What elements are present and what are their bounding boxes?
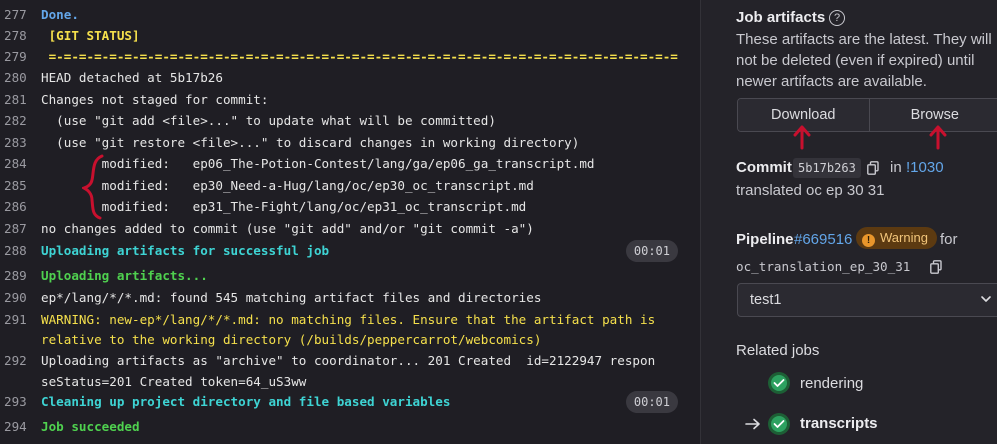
log-line-number[interactable]: 278 bbox=[4, 25, 34, 46]
log-line-text: modified: ep06_The-Potion-Contest/lang/g… bbox=[41, 156, 595, 171]
log-line-number[interactable]: 281 bbox=[4, 89, 34, 110]
log-line-number[interactable]: 279 bbox=[4, 46, 34, 67]
pipeline-ref[interactable]: oc_translation_ep_30_31 bbox=[736, 256, 910, 277]
warning-icon: ! bbox=[862, 234, 875, 247]
log-line-text: [GIT STATUS] bbox=[41, 28, 140, 43]
artifacts-description-line-2: not be deleted (even if expired) until bbox=[736, 52, 975, 69]
stage-select-value: test1 bbox=[750, 292, 782, 308]
log-line-text: Uploading artifacts... bbox=[41, 268, 208, 283]
log-line-text: WARNING: new-ep*/lang/*/*.md: no matchin… bbox=[41, 312, 656, 327]
section-duration-badge: 00:01 bbox=[625, 391, 678, 413]
log-line-text: no changes added to commit (use "git add… bbox=[41, 221, 534, 236]
log-line-text: ep*/lang/*/*.md: found 545 matching arti… bbox=[41, 290, 542, 305]
log-line: 278 [GIT STATUS] bbox=[0, 25, 685, 46]
log-line-text: (use "git restore <file>..." to discard … bbox=[41, 135, 580, 150]
pipeline-status-badge[interactable]: ! Warning bbox=[856, 227, 937, 249]
chevron-down-icon bbox=[981, 296, 991, 302]
log-line-number[interactable]: 294 bbox=[4, 416, 34, 437]
log-line-text: Job succeeded bbox=[41, 419, 140, 434]
log-line: relative to the working directory (/buil… bbox=[0, 329, 685, 350]
pipeline-status-label: Warning bbox=[880, 230, 928, 245]
log-line: 290 ep*/lang/*/*.md: found 545 matching a… bbox=[0, 287, 685, 308]
red-arrow-annotation-browse bbox=[929, 125, 947, 150]
copy-icon[interactable] bbox=[930, 260, 942, 274]
log-line-text: modified: ep30_Need-a-Hug/lang/oc/ep30_o… bbox=[41, 178, 534, 193]
pipeline-link[interactable]: #669516 bbox=[794, 229, 852, 250]
merge-request-link[interactable]: !1030 bbox=[906, 157, 944, 178]
commit-label: Commit bbox=[736, 159, 792, 176]
related-job-rendering[interactable]: rendering bbox=[800, 373, 863, 394]
log-line-text: Changes not staged for commit: bbox=[41, 92, 269, 107]
log-line-text: Cleaning up project directory and file b… bbox=[41, 394, 451, 409]
log-line-number[interactable]: 285 bbox=[4, 175, 34, 196]
check-circle-icon bbox=[768, 413, 790, 435]
log-line-number[interactable]: 292 bbox=[4, 350, 34, 371]
log-line-text: seStatus=201 Created token=64_uS3ww bbox=[41, 374, 307, 389]
log-line-number[interactable]: 277 bbox=[4, 4, 34, 25]
log-line-text: (use "git add <file>..." to update what … bbox=[41, 113, 496, 128]
log-line-number[interactable]: 290 bbox=[4, 287, 34, 308]
log-line-number[interactable]: 288 bbox=[4, 240, 34, 261]
copy-icon[interactable] bbox=[867, 161, 879, 175]
log-line: 282 (use "git add <file>..." to update w… bbox=[0, 110, 685, 131]
help-icon[interactable]: ? bbox=[829, 10, 845, 26]
related-job-transcripts[interactable]: transcripts bbox=[800, 413, 878, 434]
commit-sha[interactable]: 5b17b263 bbox=[793, 158, 861, 178]
log-line-number[interactable]: 291 bbox=[4, 309, 34, 330]
red-arrow-annotation-download bbox=[793, 125, 811, 150]
log-line-text: relative to the working directory (/buil… bbox=[41, 332, 542, 347]
commit-in-text: in bbox=[890, 159, 902, 176]
log-line: 292 Uploading artifacts as "archive" to c… bbox=[0, 350, 685, 371]
artifacts-title: Job artifacts bbox=[736, 9, 826, 26]
log-line-text: modified: ep31_The-Fight/lang/oc/ep31_oc… bbox=[41, 199, 527, 214]
log-line-number[interactable]: 287 bbox=[4, 218, 34, 239]
log-line-number[interactable]: 282 bbox=[4, 110, 34, 131]
log-line: 280 HEAD detached at 5b17b26 bbox=[0, 67, 685, 88]
arrow-right-icon bbox=[745, 418, 760, 430]
log-line-number[interactable]: 284 bbox=[4, 153, 34, 174]
red-brace-annotation bbox=[82, 154, 104, 220]
log-line-text: Done. bbox=[41, 7, 79, 22]
log-line-text: Uploading artifacts as "archive" to coor… bbox=[41, 353, 656, 368]
log-line: 277 Done. bbox=[0, 4, 685, 25]
pipeline-for-text: for bbox=[940, 231, 958, 248]
log-line-text: =-=-=-=-=-=-=-=-=-=-=-=-=-=-=-=-=-=-=-=-… bbox=[41, 49, 678, 64]
commit-message: translated oc ep 30 31 bbox=[736, 182, 885, 199]
log-line: 294 Job succeeded bbox=[0, 416, 685, 437]
pipeline-label: Pipeline bbox=[736, 231, 794, 248]
log-line-text: Uploading artifacts for successful job bbox=[41, 243, 330, 258]
log-line-number[interactable]: 293 bbox=[4, 391, 34, 412]
log-line: 281 Changes not staged for commit: bbox=[0, 89, 685, 110]
check-circle-icon bbox=[768, 372, 790, 394]
log-line-text: HEAD detached at 5b17b26 bbox=[41, 70, 223, 85]
log-line-number[interactable]: 280 bbox=[4, 67, 34, 88]
log-line: 279 =-=-=-=-=-=-=-=-=-=-=-=-=-=-=-=-=-=-… bbox=[0, 46, 685, 67]
artifact-buttons: Download Browse bbox=[737, 98, 997, 132]
log-line-number[interactable]: 283 bbox=[4, 132, 34, 153]
log-line: 291 WARNING: new-ep*/lang/*/*.md: no matc… bbox=[0, 309, 685, 330]
job-sidebar: Job artifacts ? These artifacts are the … bbox=[701, 0, 997, 444]
related-jobs-title: Related jobs bbox=[736, 342, 820, 359]
log-line-number[interactable]: 289 bbox=[4, 265, 34, 286]
log-line: seStatus=201 Created token=64_uS3ww bbox=[0, 371, 685, 392]
log-line: 293 Cleaning up project directory and fil… bbox=[0, 391, 685, 413]
log-line-number[interactable]: 286 bbox=[4, 196, 34, 217]
section-duration-badge: 00:01 bbox=[625, 240, 678, 262]
artifacts-description-line-1: These artifacts are the latest. They wil… bbox=[736, 31, 992, 48]
artifacts-description-line-3: newer artifacts are available. bbox=[736, 73, 927, 90]
log-line: 289 Uploading artifacts... bbox=[0, 265, 685, 286]
stage-select[interactable]: test1 bbox=[737, 283, 997, 317]
job-log: 277 Done. 278 [GIT STATUS] 279 =-=-=-=-=-=-… bbox=[0, 0, 685, 444]
log-line: 288 Uploading artifacts for successful jo… bbox=[0, 240, 685, 262]
log-line: 283 (use "git restore <file>..." to disc… bbox=[0, 132, 685, 153]
